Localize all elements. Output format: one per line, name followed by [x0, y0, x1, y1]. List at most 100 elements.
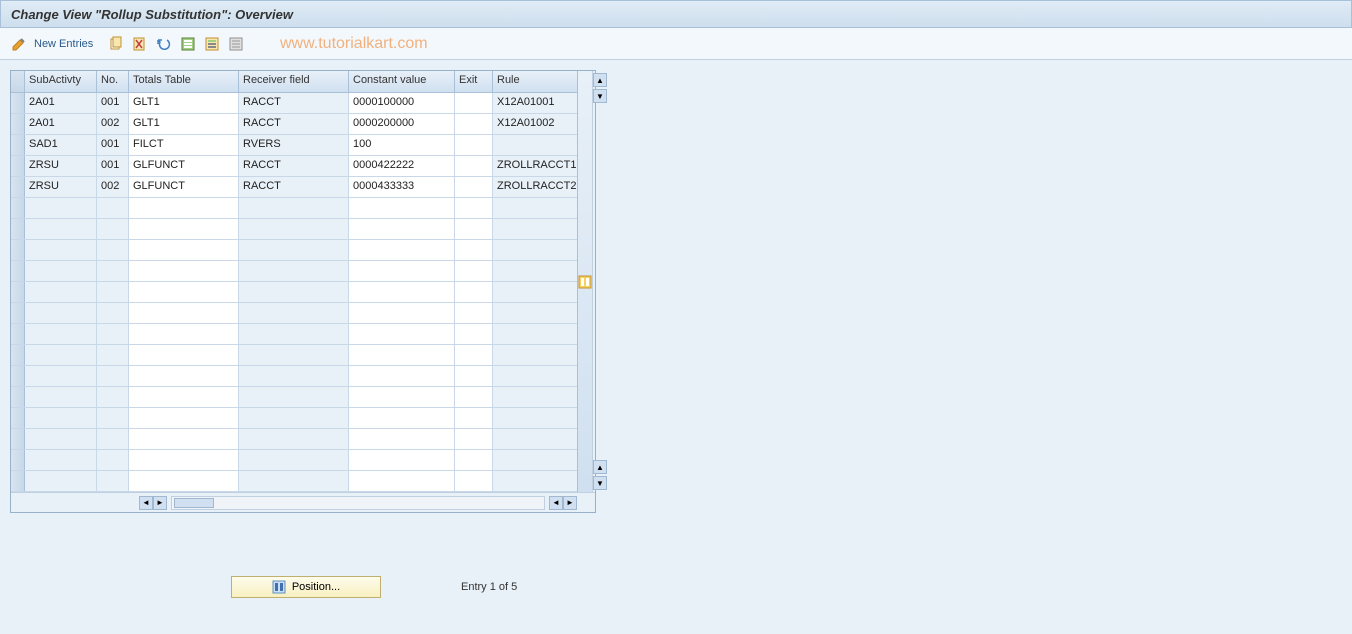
cell-receiver-field[interactable]	[239, 282, 349, 302]
row-selector[interactable]	[11, 429, 25, 449]
cell-subactivity[interactable]: 2A01	[25, 114, 97, 134]
cell-subactivity[interactable]	[25, 450, 97, 470]
cell-exit[interactable]	[455, 240, 493, 260]
cell-constant-value[interactable]: 100	[349, 135, 455, 155]
row-selector[interactable]	[11, 240, 25, 260]
cell-constant-value[interactable]: 0000433333	[349, 177, 455, 197]
column-header-no[interactable]: No.	[97, 71, 129, 92]
cell-subactivity[interactable]	[25, 240, 97, 260]
cell-rule[interactable]: X12A01001	[493, 93, 577, 113]
cell-constant-value[interactable]	[349, 450, 455, 470]
cell-receiver-field[interactable]	[239, 471, 349, 491]
scroll-right-icon[interactable]: ►	[153, 496, 167, 510]
cell-constant-value[interactable]	[349, 324, 455, 344]
cell-totals-table[interactable]	[129, 471, 239, 491]
vertical-scrollbar[interactable]: ▲ ▼ ▲ ▼	[592, 71, 595, 492]
column-header-rule[interactable]: Rule	[493, 71, 577, 92]
column-header-totals-table[interactable]: Totals Table	[129, 71, 239, 92]
row-selector[interactable]	[11, 156, 25, 176]
change-icon[interactable]	[10, 35, 28, 53]
cell-subactivity[interactable]	[25, 387, 97, 407]
cell-no[interactable]: 001	[97, 156, 129, 176]
row-selector[interactable]	[11, 135, 25, 155]
cell-constant-value[interactable]	[349, 303, 455, 323]
cell-totals-table[interactable]	[129, 450, 239, 470]
cell-totals-table[interactable]	[129, 219, 239, 239]
cell-no[interactable]: 002	[97, 177, 129, 197]
cell-receiver-field[interactable]	[239, 366, 349, 386]
cell-exit[interactable]	[455, 450, 493, 470]
cell-constant-value[interactable]	[349, 408, 455, 428]
hscroll-thumb[interactable]	[174, 498, 214, 508]
select-block-icon[interactable]	[203, 35, 221, 53]
row-selector[interactable]	[11, 387, 25, 407]
cell-totals-table[interactable]	[129, 345, 239, 365]
cell-receiver-field[interactable]: RACCT	[239, 114, 349, 134]
cell-subactivity[interactable]	[25, 429, 97, 449]
cell-subactivity[interactable]: ZRSU	[25, 156, 97, 176]
cell-no[interactable]	[97, 366, 129, 386]
cell-exit[interactable]	[455, 429, 493, 449]
table-config-button[interactable]	[577, 71, 592, 492]
hscroll-track[interactable]	[171, 496, 545, 510]
cell-receiver-field[interactable]	[239, 429, 349, 449]
cell-subactivity[interactable]	[25, 198, 97, 218]
cell-constant-value[interactable]	[349, 261, 455, 281]
cell-no[interactable]	[97, 219, 129, 239]
cell-receiver-field[interactable]	[239, 387, 349, 407]
scroll-left-end-icon[interactable]: ◄	[549, 496, 563, 510]
scroll-right-end-icon[interactable]: ►	[563, 496, 577, 510]
new-entries-button[interactable]: New Entries	[34, 38, 93, 50]
cell-subactivity[interactable]	[25, 282, 97, 302]
cell-rule[interactable]	[493, 366, 577, 386]
cell-subactivity[interactable]: 2A01	[25, 93, 97, 113]
cell-receiver-field[interactable]	[239, 219, 349, 239]
undo-icon[interactable]	[155, 35, 173, 53]
cell-constant-value[interactable]	[349, 366, 455, 386]
row-selector[interactable]	[11, 471, 25, 491]
cell-no[interactable]	[97, 198, 129, 218]
column-header-constant-value[interactable]: Constant value	[349, 71, 455, 92]
cell-exit[interactable]	[455, 387, 493, 407]
cell-no[interactable]: 001	[97, 135, 129, 155]
scroll-down-bottom-icon[interactable]: ▼	[593, 476, 607, 490]
cell-totals-table[interactable]	[129, 408, 239, 428]
cell-constant-value[interactable]	[349, 429, 455, 449]
cell-exit[interactable]	[455, 408, 493, 428]
cell-exit[interactable]	[455, 114, 493, 134]
cell-subactivity[interactable]	[25, 345, 97, 365]
cell-rule[interactable]	[493, 303, 577, 323]
cell-constant-value[interactable]: 0000200000	[349, 114, 455, 134]
row-selector[interactable]	[11, 261, 25, 281]
scroll-down-icon[interactable]: ▼	[593, 89, 607, 103]
cell-receiver-field[interactable]	[239, 303, 349, 323]
cell-rule[interactable]: X12A01002	[493, 114, 577, 134]
column-header-receiver-field[interactable]: Receiver field	[239, 71, 349, 92]
position-button[interactable]: Position...	[231, 576, 381, 598]
cell-constant-value[interactable]	[349, 282, 455, 302]
cell-rule[interactable]	[493, 135, 577, 155]
row-selector[interactable]	[11, 345, 25, 365]
cell-totals-table[interactable]	[129, 261, 239, 281]
cell-exit[interactable]	[455, 261, 493, 281]
cell-rule[interactable]	[493, 450, 577, 470]
cell-no[interactable]	[97, 282, 129, 302]
scroll-up-bottom-icon[interactable]: ▲	[593, 460, 607, 474]
cell-totals-table[interactable]	[129, 324, 239, 344]
copy-icon[interactable]	[107, 35, 125, 53]
row-selector[interactable]	[11, 324, 25, 344]
cell-rule[interactable]	[493, 471, 577, 491]
cell-receiver-field[interactable]: RVERS	[239, 135, 349, 155]
cell-totals-table[interactable]: GLT1	[129, 93, 239, 113]
column-header-exit[interactable]: Exit	[455, 71, 493, 92]
cell-totals-table[interactable]	[129, 240, 239, 260]
cell-constant-value[interactable]	[349, 387, 455, 407]
cell-rule[interactable]	[493, 387, 577, 407]
cell-no[interactable]	[97, 471, 129, 491]
cell-exit[interactable]	[455, 93, 493, 113]
cell-receiver-field[interactable]	[239, 240, 349, 260]
cell-receiver-field[interactable]	[239, 450, 349, 470]
cell-totals-table[interactable]	[129, 282, 239, 302]
cell-exit[interactable]	[455, 303, 493, 323]
cell-no[interactable]	[97, 303, 129, 323]
